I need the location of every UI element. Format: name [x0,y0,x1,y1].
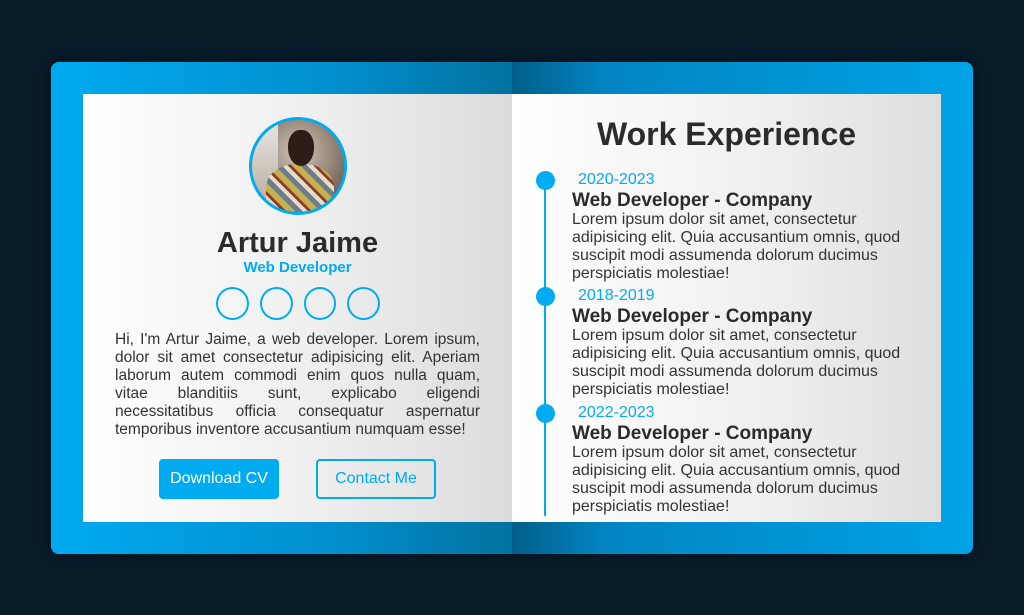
timeline-job-title: Web Developer - Company [572,306,813,327]
timeline-description: Lorem ipsum dolor sit amet, consectetur … [572,444,901,515]
profile-bio: Hi, I'm Artur Jaime, a web developer. Lo… [115,331,480,438]
experience-page: Work Experience 2020-2023 Web Developer … [512,94,941,522]
timeline-job-title: Web Developer - Company [572,190,813,211]
experience-title: Work Experience [596,116,857,152]
timeline-description: Lorem ipsum dolor sit amet, consectetur … [572,211,901,282]
download-cv-button[interactable]: Download CV [159,459,279,499]
timeline-dot [536,404,555,423]
timeline-job-title: Web Developer - Company [572,423,813,444]
profile-page: Artur Jaime Web Developer Hi, I'm Artur … [83,94,512,522]
social-icon[interactable] [303,287,337,320]
profile-name: Artur Jaime [216,227,379,259]
timeline-year: 2020-2023 [578,171,655,188]
timeline-year: 2022-2023 [578,404,655,421]
avatar [249,117,347,215]
timeline-dot [536,287,555,306]
social-icon[interactable] [216,287,249,320]
contact-me-button[interactable]: Contact Me [316,459,436,499]
timeline-dot [536,171,555,190]
avatar-shirt [266,164,334,212]
profile-role: Web Developer [243,259,352,276]
social-links [216,287,380,320]
avatar-face [288,130,314,166]
timeline-description: Lorem ipsum dolor sit amet, consectetur … [572,327,901,398]
social-icon[interactable] [259,287,293,320]
timeline-line [544,180,546,516]
timeline-year: 2018-2019 [578,287,655,304]
social-icon[interactable] [347,287,380,320]
